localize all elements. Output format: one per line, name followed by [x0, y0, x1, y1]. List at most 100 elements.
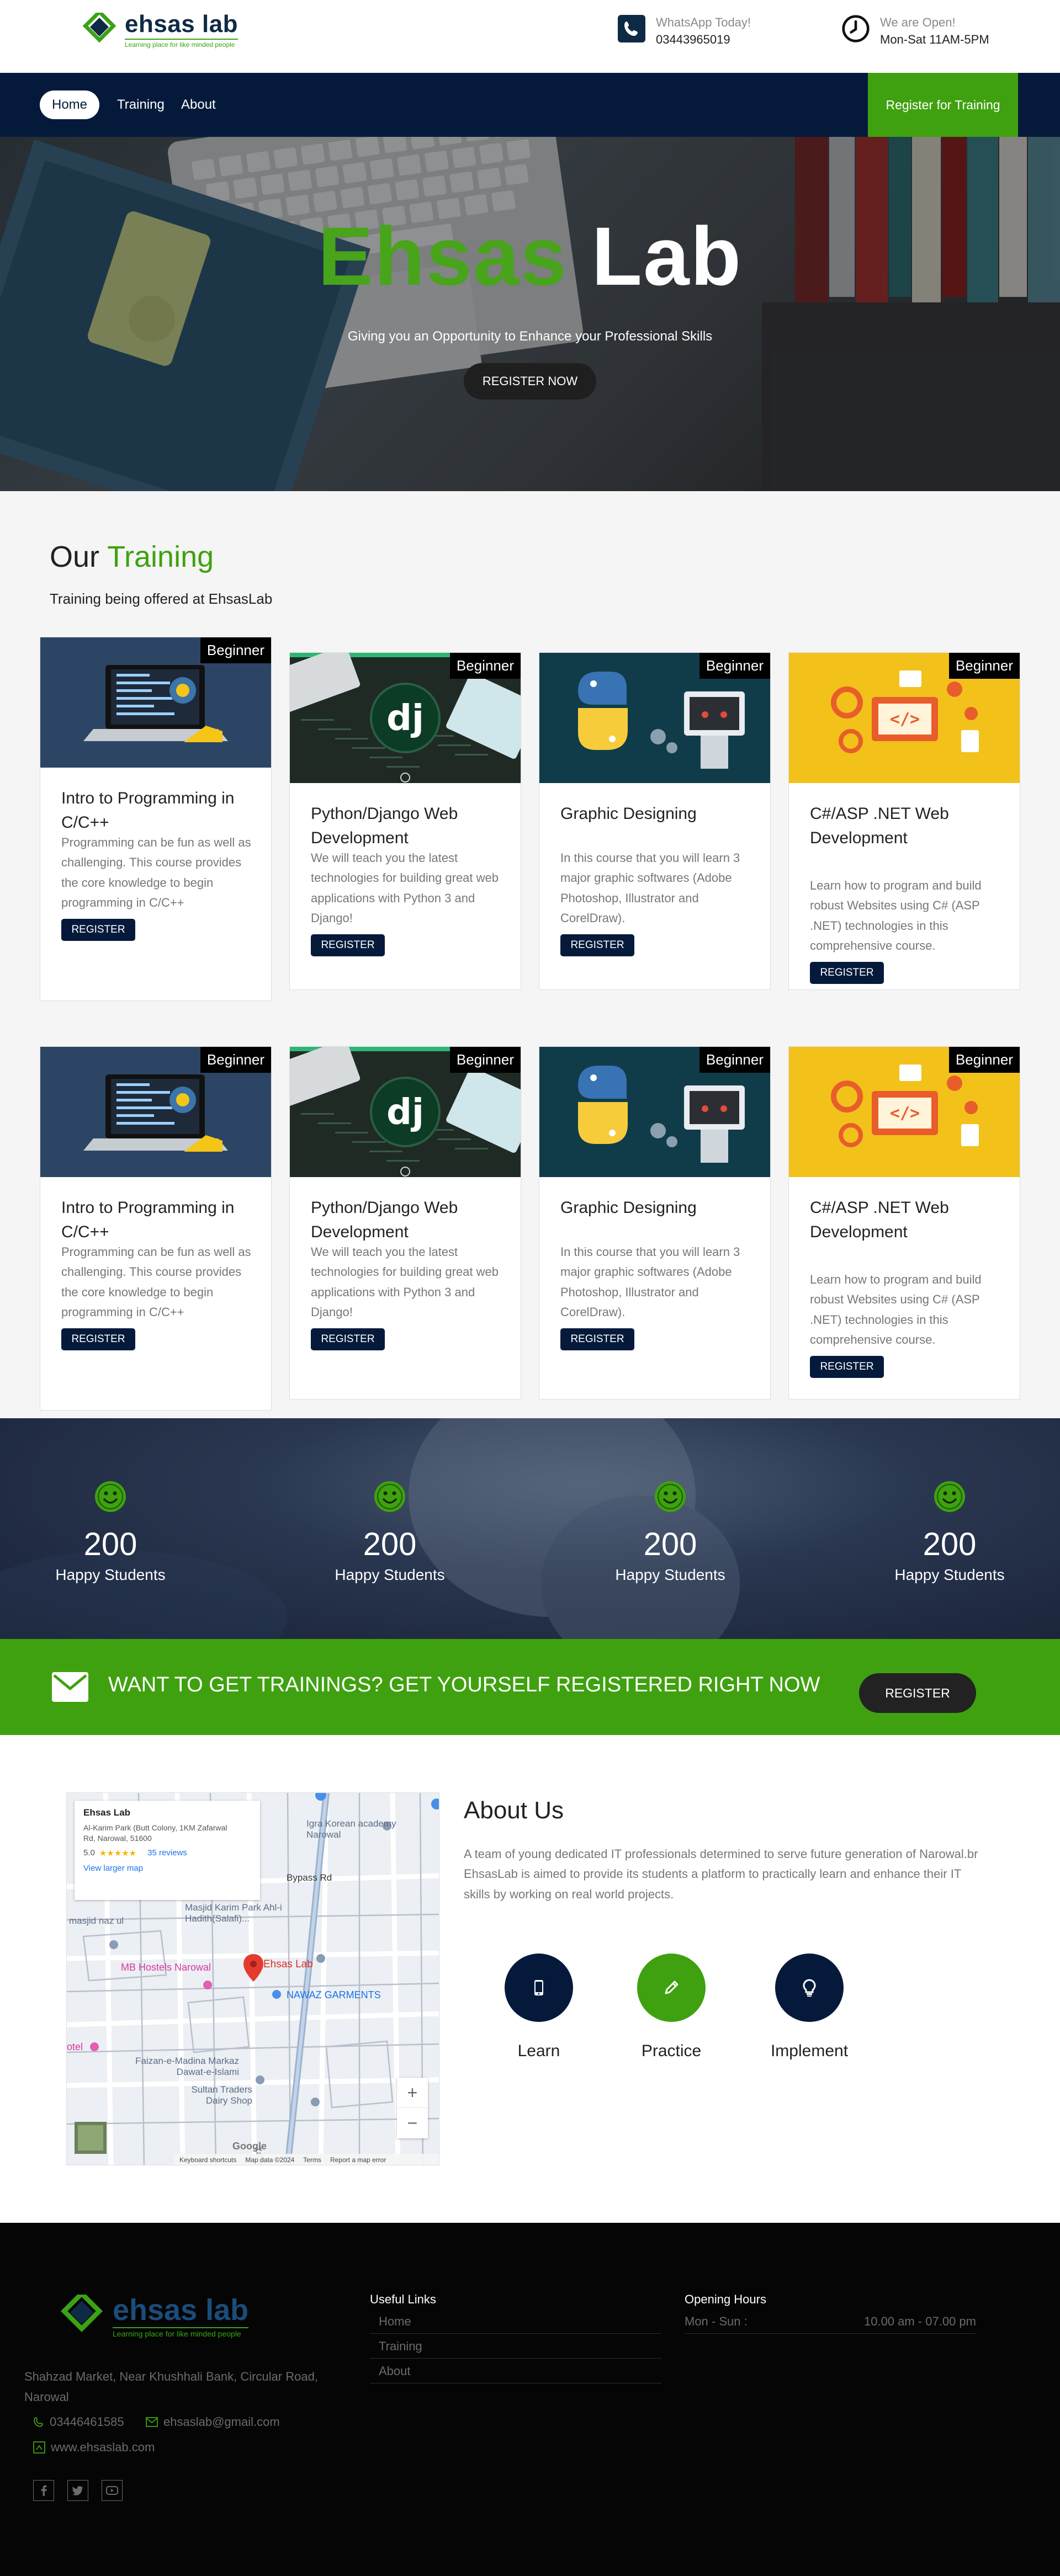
twitter-icon[interactable] — [67, 2480, 88, 2501]
course-title[interactable]: Intro to Programming in C/C++ — [61, 786, 255, 834]
svg-text:</>: </> — [890, 710, 920, 729]
map-rating-row: 5.0 ★★★★★ 35 reviews — [83, 1848, 251, 1858]
course-register-button[interactable]: REGISTER — [810, 962, 884, 984]
whatsapp-number[interactable]: 03443965019 — [656, 31, 751, 49]
map-reviews-link[interactable]: 35 reviews — [147, 1848, 187, 1858]
map-larger-link[interactable]: View larger map — [83, 1864, 251, 1873]
map-keyboard-shortcuts[interactable]: Keyboard shortcuts — [179, 2156, 236, 2164]
course-title[interactable]: Python/Django Web Development — [311, 802, 504, 850]
useful-links-heading: Useful Links — [370, 2292, 436, 2306]
map-terms-link[interactable]: Terms — [303, 2156, 321, 2164]
course-image: Beginner — [40, 637, 271, 768]
opening-hours-row: Mon - Sun : 10.00 am - 07.00 pm — [685, 2310, 976, 2334]
course-level-badge: Beginner — [200, 1047, 271, 1073]
footer-website[interactable]: www.ehsaslab.com — [33, 2440, 155, 2455]
map-stars: ★★★★★ — [99, 1848, 137, 1858]
main-nav: Home Training About Register for Trainin… — [0, 73, 1060, 137]
course-title[interactable]: Intro to Programming in C/C++ — [61, 1196, 255, 1244]
nav-item-training[interactable]: Training — [105, 91, 177, 119]
course-level-badge: Beginner — [699, 653, 770, 679]
zoom-out-button[interactable]: − — [397, 2108, 428, 2138]
feature-practice-label: Practice — [641, 2042, 702, 2060]
course-level-badge: Beginner — [699, 1047, 770, 1073]
course-title[interactable]: Graphic Designing — [560, 1196, 754, 1220]
footer-phone-text: 03446461585 — [50, 2415, 124, 2429]
top-bar: ehsas lab Learning place for like minded… — [0, 0, 1060, 73]
stat-label: Happy Students — [615, 1566, 725, 1583]
stat-value: 200 — [643, 1526, 697, 1562]
map-place-name: Ehsas Lab — [83, 1807, 131, 1818]
map-place-card: Ehsas Lab Al-Karim Park (Butt Colony, 1K… — [75, 1801, 260, 1900]
pencil-icon — [637, 1954, 706, 2022]
course-description: Programming can be fun as well as challe… — [61, 835, 251, 909]
svg-text:</>: </> — [890, 1104, 920, 1123]
map-label-masjid2: masjid naz ul — [69, 1915, 124, 1926]
course-image: </> Beginner — [789, 1047, 1020, 1177]
logo-tagline: Learning place for like minded people — [125, 39, 239, 49]
training-lead: Training being offered at EhsasLab — [50, 590, 273, 607]
facebook-icon[interactable] — [33, 2480, 54, 2501]
course-title[interactable]: C#/ASP .NET Web Development — [810, 1196, 1003, 1244]
opening-hours-days: Mon - Sun : — [685, 2314, 748, 2328]
map-label-madina: Faizan-e-Madina Markaz Dawat-e-Islami — [135, 2056, 239, 2078]
stat-label: Happy Students — [55, 1566, 166, 1583]
map-label-hostels: MB Hostels Narowal — [121, 1962, 211, 1973]
course-card: Beginner Intro to Programming in C/C++ Pro… — [40, 637, 272, 1001]
about-heading: About Us — [464, 1797, 564, 1824]
smile-icon — [934, 1481, 965, 1512]
smile-icon — [95, 1481, 126, 1512]
course-register-button[interactable]: REGISTER — [560, 1328, 634, 1350]
map-report-link[interactable]: Report a map error — [330, 2156, 386, 2164]
map-rating: 5.0 — [83, 1848, 95, 1858]
site-logo[interactable]: ehsas lab Learning place for like minded… — [82, 10, 239, 49]
stat-value: 200 — [363, 1526, 417, 1562]
footer-link-home[interactable]: Home — [370, 2310, 661, 2334]
hero-title-white: Lab — [591, 210, 743, 302]
opening-hours-time: 10.00 am - 07.00 pm — [863, 2314, 976, 2328]
course-image: dj Beginner — [290, 1047, 521, 1177]
whatsapp-label: WhatsApp Today! — [656, 15, 751, 29]
footer-phone[interactable]: 03446461585 — [33, 2415, 124, 2429]
feature-learn-label: Learn — [517, 2042, 560, 2060]
course-title[interactable]: Graphic Designing — [560, 802, 754, 826]
footer-logo[interactable]: ehsas lab Learning place for like minded… — [60, 2295, 249, 2339]
logo-brand: ehsas lab — [125, 10, 239, 38]
footer-logo-mark-icon — [60, 2295, 103, 2333]
course-card: Beginner Graphic Designing In this course … — [539, 1046, 771, 1399]
training-heading-green: Training — [107, 540, 214, 573]
course-card: dj Beginner Python/Django Web Development W… — [289, 652, 521, 990]
training-section: Our Training Training being offered at E… — [0, 491, 1060, 1418]
open-hours: Mon-Sat 11AM-5PM — [880, 32, 989, 46]
course-register-button[interactable]: REGISTER — [61, 1328, 135, 1350]
course-register-button[interactable]: REGISTER — [311, 1328, 385, 1350]
nav-item-home[interactable]: Home — [40, 91, 100, 119]
footer-address: Shahzad Market, Near Khushhali Bank, Cir… — [24, 2370, 318, 2404]
stat-label: Happy Students — [894, 1566, 1005, 1583]
nav-item-about[interactable]: About — [169, 91, 228, 119]
about-text: A team of young dedicated IT professiona… — [464, 1847, 978, 1901]
footer-link-training[interactable]: Training — [370, 2335, 661, 2359]
course-register-button[interactable]: REGISTER — [810, 1356, 884, 1378]
course-register-button[interactable]: REGISTER — [311, 934, 385, 956]
course-register-button[interactable]: REGISTER — [560, 934, 634, 956]
svg-text:dj: dj — [386, 698, 424, 739]
course-title[interactable]: Python/Django Web Development — [311, 1196, 504, 1244]
mobile-icon — [505, 1954, 573, 2022]
footer-link-about[interactable]: About — [370, 2360, 661, 2383]
envelope-icon — [52, 1672, 88, 1702]
course-register-button[interactable]: REGISTER — [61, 919, 135, 941]
youtube-icon[interactable] — [102, 2480, 123, 2501]
open-label: We are Open! — [880, 15, 956, 29]
footer-email[interactable]: ehsaslab@gmail.com — [146, 2415, 280, 2429]
zoom-in-button[interactable]: + — [397, 2078, 428, 2108]
google-map[interactable]: Ehsas Lab Al-Karim Park (Butt Colony, 1K… — [66, 1792, 439, 2165]
course-level-badge: Beginner — [948, 653, 1020, 679]
map-label-tel: otel — [67, 2041, 83, 2052]
register-now-button[interactable]: REGISTER NOW — [464, 363, 596, 400]
training-heading-plain: Our — [50, 540, 100, 573]
cta-register-button[interactable]: REGISTER — [859, 1673, 976, 1713]
course-title[interactable]: C#/ASP .NET Web Development — [810, 802, 1003, 850]
whatsapp-contact: WhatsApp Today! 03443965019 — [617, 14, 751, 49]
map-pin-label: Ehsas Lab — [263, 1958, 313, 1970]
register-training-button[interactable]: Register for Training — [868, 73, 1018, 137]
